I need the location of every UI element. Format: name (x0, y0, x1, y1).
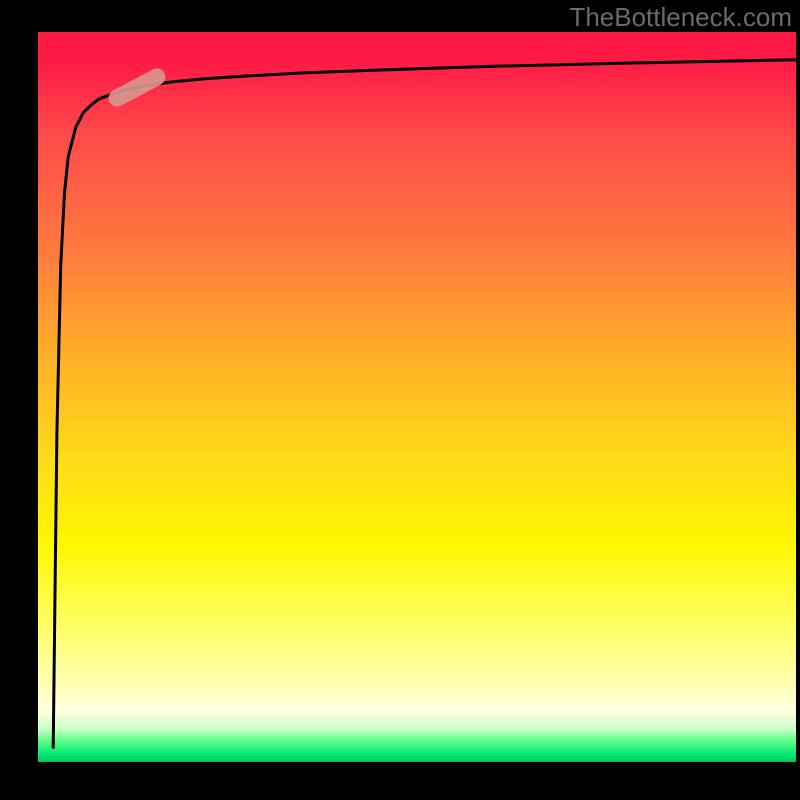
plot-area (38, 32, 796, 762)
chart-frame: TheBottleneck.com (0, 0, 800, 800)
watermark-text: TheBottleneck.com (569, 2, 792, 33)
curve-layer (38, 32, 796, 762)
bottleneck-curve (53, 60, 796, 748)
